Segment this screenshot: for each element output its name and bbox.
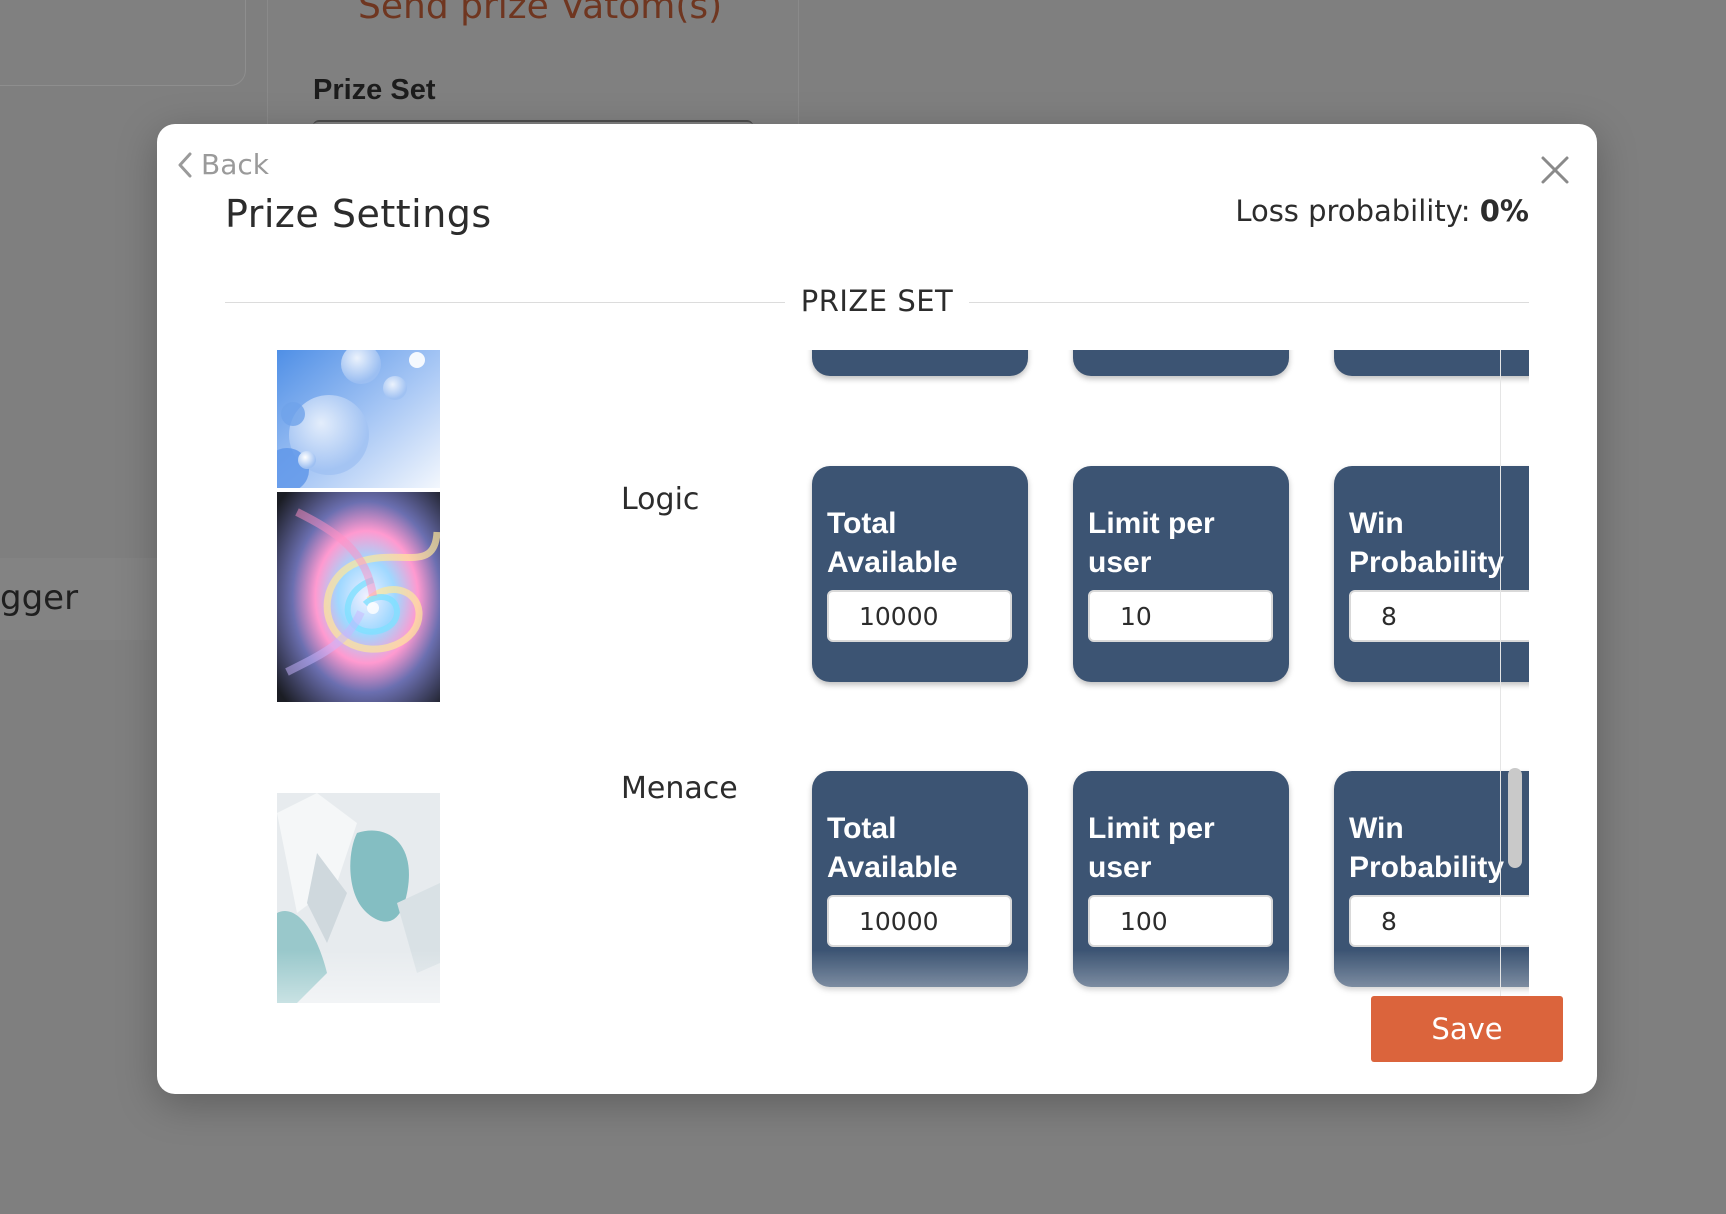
total-available-input[interactable] bbox=[827, 895, 1012, 947]
total-available-card: Total Available bbox=[812, 466, 1028, 682]
win-probability-label: Win Probability bbox=[1349, 507, 1505, 579]
close-icon bbox=[1541, 156, 1569, 184]
close-button[interactable] bbox=[1537, 152, 1573, 188]
prize-row: Logic Total Available Limit per user Win… bbox=[225, 466, 1529, 702]
background-card bbox=[0, 0, 246, 86]
modal-title: Prize Settings bbox=[225, 192, 492, 236]
prize-row: Menace Total Available Limit per user Wi… bbox=[225, 771, 1529, 1003]
scrollbar-track-border bbox=[1500, 350, 1501, 1000]
divider-line-right bbox=[969, 302, 1529, 303]
total-available-input[interactable] bbox=[827, 590, 1012, 642]
background-panel-title: Send prize Vatom(s) bbox=[358, 0, 723, 27]
back-label: Back bbox=[201, 148, 269, 181]
prize-set-divider: PRIZE SET bbox=[225, 282, 1529, 322]
prize-settings-modal: Back Prize Settings Loss probability: 0%… bbox=[157, 124, 1597, 1094]
total-available-label: Total Available bbox=[827, 812, 958, 884]
section-label: PRIZE SET bbox=[800, 284, 954, 318]
save-button[interactable]: Save bbox=[1371, 996, 1563, 1062]
background-prize-set-label: Prize Set bbox=[313, 74, 436, 106]
prize-name: Logic bbox=[621, 482, 700, 517]
scrollbar-thumb[interactable] bbox=[1508, 768, 1522, 868]
loss-probability: Loss probability: 0% bbox=[1235, 194, 1529, 228]
limit-per-user-card: Limit per user bbox=[1073, 771, 1289, 987]
limit-per-user-label: Limit per user bbox=[1088, 812, 1215, 884]
total-available-card: Total Available bbox=[812, 350, 1028, 376]
limit-per-user-label: Limit per user bbox=[1088, 507, 1215, 579]
limit-per-user-card: Limit per user bbox=[1073, 466, 1289, 682]
limit-per-user-input[interactable] bbox=[1088, 590, 1273, 642]
background-row-text: gger bbox=[0, 578, 79, 618]
win-probability-input[interactable] bbox=[1349, 590, 1529, 642]
prize-list[interactable]: Total Available Limit per user Win Proba… bbox=[225, 350, 1529, 1070]
total-available-label: Total Available bbox=[827, 507, 958, 579]
prize-row: Total Available Limit per user Win Proba… bbox=[225, 350, 1529, 488]
total-available-card: Total Available bbox=[812, 771, 1028, 987]
prize-image bbox=[277, 793, 440, 1003]
win-probability-input[interactable] bbox=[1349, 895, 1529, 947]
chevron-left-icon bbox=[178, 152, 192, 177]
loss-probability-label: Loss probability: bbox=[1235, 194, 1471, 228]
win-probability-label: Win Probability bbox=[1349, 812, 1505, 884]
prize-name: Menace bbox=[621, 771, 738, 806]
limit-per-user-card: Limit per user bbox=[1073, 350, 1289, 376]
loss-probability-value: 0% bbox=[1479, 194, 1529, 228]
back-button[interactable]: Back bbox=[177, 148, 269, 181]
limit-per-user-input[interactable] bbox=[1088, 895, 1273, 947]
prize-image bbox=[277, 492, 440, 702]
